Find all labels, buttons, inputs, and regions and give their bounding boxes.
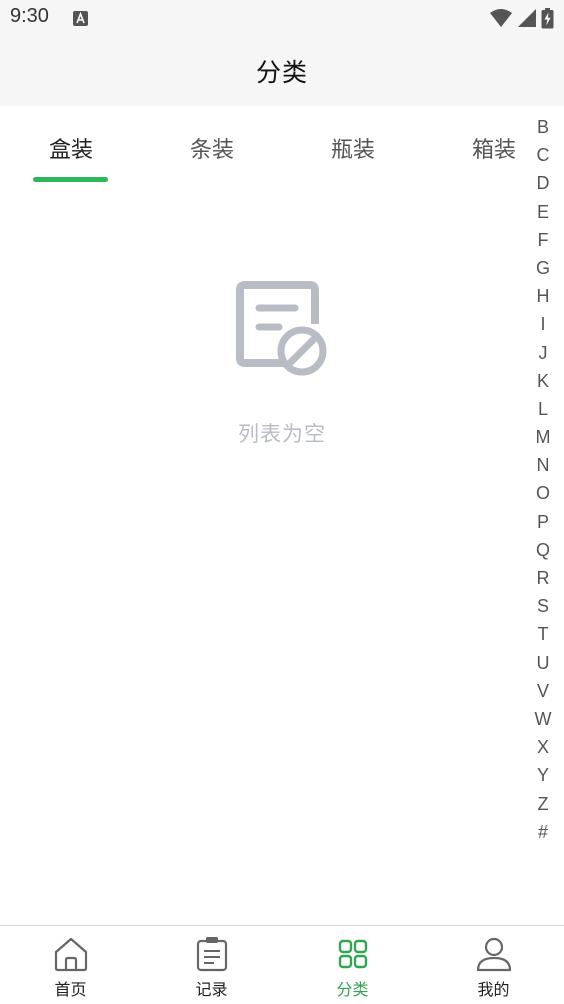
status-icons xyxy=(489,7,554,28)
home-icon xyxy=(54,937,88,972)
alphabet-letter[interactable]: X xyxy=(530,733,556,761)
status-time: 9:30 xyxy=(10,5,49,27)
text-a-icon xyxy=(73,11,88,26)
alphabet-letter[interactable]: # xyxy=(530,818,556,846)
alphabet-letter[interactable]: G xyxy=(530,254,556,282)
nav-label-profile: 我的 xyxy=(477,980,510,999)
nav-label-home: 首页 xyxy=(54,980,87,999)
alphabet-letter[interactable]: O xyxy=(530,479,556,507)
bottom-nav: 首页 记录 分类 我的 xyxy=(0,925,564,1004)
active-tab-indicator xyxy=(33,177,108,182)
nav-item-profile[interactable]: 我的 xyxy=(423,926,564,1004)
alphabet-letter[interactable]: R xyxy=(530,564,556,592)
tab-bottle[interactable]: 瓶装 xyxy=(308,132,398,164)
alphabet-letter[interactable]: Y xyxy=(530,761,556,789)
alphabet-letter[interactable]: U xyxy=(530,649,556,677)
app-header: 分类 xyxy=(0,36,564,106)
status-bar: 9:30 xyxy=(0,0,564,36)
nav-item-home[interactable]: 首页 xyxy=(0,926,141,1004)
empty-state: 列表为空 xyxy=(0,280,564,448)
alphabet-letter[interactable]: Q xyxy=(530,536,556,564)
nav-label-records: 记录 xyxy=(195,980,228,999)
empty-list-icon xyxy=(236,281,327,376)
alphabet-letter[interactable]: N xyxy=(530,451,556,479)
alphabet-letter[interactable]: V xyxy=(530,677,556,705)
cell-signal-icon xyxy=(518,9,536,27)
alphabet-letter[interactable]: S xyxy=(530,592,556,620)
tab-strip[interactable]: 条装 xyxy=(167,132,257,164)
alphabet-letter[interactable]: P xyxy=(530,508,556,536)
alphabet-letter[interactable]: D xyxy=(530,169,556,197)
nav-item-records[interactable]: 记录 xyxy=(141,926,282,1004)
battery-charging-icon xyxy=(541,7,554,28)
alphabet-letter[interactable]: T xyxy=(530,620,556,648)
alphabet-letter[interactable]: Z xyxy=(530,790,556,818)
alphabet-letter[interactable]: B xyxy=(530,113,556,141)
tab-box[interactable]: 盒装 xyxy=(26,132,116,164)
wifi-icon xyxy=(490,9,512,27)
page-title: 分类 xyxy=(255,58,308,87)
category-tabs: 盒装 条装 瓶装 箱装 xyxy=(0,106,530,186)
alphabet-letter[interactable]: E xyxy=(530,198,556,226)
nav-item-category[interactable]: 分类 xyxy=(282,926,423,1004)
empty-list-text: 列表为空 xyxy=(238,422,326,446)
nav-label-category: 分类 xyxy=(336,980,369,999)
alphabet-index[interactable]: B C D E F G H I J K L M N O P Q R S T U V W X Y Z # xyxy=(530,113,556,846)
alphabet-letter[interactable]: W xyxy=(530,705,556,733)
clipboard-icon xyxy=(196,937,228,972)
tab-case[interactable]: 箱装 xyxy=(449,132,539,164)
grid-icon xyxy=(338,939,368,969)
alphabet-letter[interactable]: F xyxy=(530,226,556,254)
alphabet-letter[interactable]: C xyxy=(530,141,556,169)
user-icon xyxy=(476,937,512,972)
